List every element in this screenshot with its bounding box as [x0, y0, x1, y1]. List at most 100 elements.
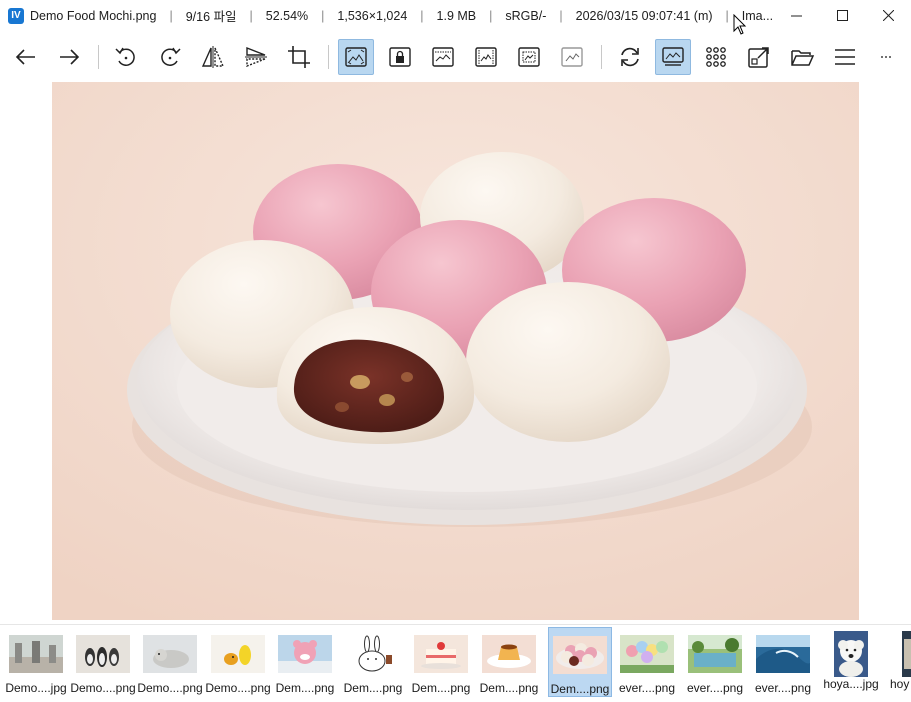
actual-size-icon [561, 47, 583, 67]
menu-icon [835, 49, 855, 65]
more-button[interactable] [868, 39, 904, 75]
thumbnail-4[interactable]: Dem....png [273, 627, 337, 697]
flip-vertical-icon [245, 46, 267, 68]
thumbnail-image [9, 635, 63, 673]
thumbnail-2[interactable]: Demo....png [137, 627, 203, 697]
thumbnail-12[interactable]: hoya....jpg [819, 627, 883, 697]
next-button[interactable] [51, 39, 87, 75]
title-filesize: 1.9 MB [436, 8, 477, 23]
thumbnail-label: Demo....png [205, 681, 271, 695]
arrow-left-icon [15, 49, 35, 65]
thumbnail-image [278, 635, 332, 673]
lock-zoom-button[interactable] [382, 39, 418, 75]
actual-size-button[interactable] [554, 39, 590, 75]
mouse-cursor-icon [733, 14, 747, 35]
refresh-icon [621, 47, 639, 67]
open-folder-button[interactable] [784, 39, 820, 75]
close-icon [882, 10, 894, 21]
title-colorspace: sRGB/- [505, 8, 547, 23]
thumbnail-image [553, 636, 607, 674]
thumbnail-image [688, 635, 742, 673]
fit-screen-button[interactable] [511, 39, 547, 75]
fit-window-button[interactable] [338, 39, 374, 75]
thumbnail-label: Dem....png [479, 681, 539, 695]
thumbnail-label: Dem....png [411, 681, 471, 695]
thumbnail-image [834, 631, 868, 677]
title-dimensions: 1,536×1,024 [337, 8, 408, 23]
thumbnail-label: Dem....png [275, 681, 335, 695]
thumbnail-13[interactable]: hoy [882, 627, 911, 697]
crop-button[interactable] [281, 39, 317, 75]
flip-horizontal-button[interactable] [195, 39, 231, 75]
thumbnail-label: Dem....png [550, 682, 610, 696]
thumbnail-6[interactable]: Dem....png [409, 627, 473, 697]
thumbnail-image [902, 631, 911, 677]
thumbnail-label: hoy [890, 677, 910, 691]
slideshow-button[interactable] [655, 39, 691, 75]
thumbnail-3[interactable]: Demo....png [205, 627, 271, 697]
thumbnail-label: hoya....jpg [823, 677, 879, 691]
toolbar [0, 36, 911, 78]
flip-vertical-button[interactable] [238, 39, 274, 75]
more-icon [881, 56, 891, 58]
thumbnail-11[interactable]: ever....png [751, 627, 815, 697]
thumbnail-label: Demo....jpg [5, 681, 67, 695]
fit-width-icon [432, 47, 454, 67]
rotate-left-icon [115, 47, 135, 66]
title-filename: Demo Food Mochi.png [30, 8, 157, 23]
maximize-button[interactable] [819, 0, 865, 31]
thumbnail-8[interactable]: Dem....png [548, 627, 612, 697]
thumbnail-9[interactable]: ever....png [615, 627, 679, 697]
grid-view-icon [706, 47, 726, 67]
refresh-button[interactable] [612, 39, 648, 75]
thumbnail-label: Demo....png [137, 681, 203, 695]
slideshow-icon [662, 47, 684, 66]
arrow-right-icon [60, 49, 80, 65]
minimize-button[interactable] [773, 0, 819, 31]
thumbnail-10[interactable]: ever....png [683, 627, 747, 697]
title-zoom: 52.54% [265, 8, 309, 23]
fit-height-button[interactable] [468, 39, 504, 75]
open-external-icon [748, 47, 769, 68]
thumbnail-image [482, 635, 536, 673]
thumbnail-label: ever....png [754, 681, 812, 695]
thumbnail-image [620, 635, 674, 673]
title-datetime: 2026/03/15 09:07:41 (m) [575, 8, 713, 23]
menu-button[interactable] [827, 39, 863, 75]
lock-zoom-icon [389, 47, 411, 67]
title-file-index: 9/16 파일 [185, 10, 237, 24]
rotate-right-icon [161, 47, 181, 66]
thumbnail-label: ever....png [618, 681, 676, 695]
rotate-left-button[interactable] [108, 39, 144, 75]
mochi-photo [52, 82, 859, 620]
app-logo-icon: IV [8, 7, 24, 24]
open-folder-icon [791, 50, 815, 66]
thumbnail-image [211, 635, 265, 673]
fit-window-icon [345, 47, 367, 67]
thumbnail-image [143, 635, 197, 673]
fit-width-button[interactable] [425, 39, 461, 75]
thumbnail-0[interactable]: Demo....jpg [4, 627, 68, 697]
open-external-button[interactable] [741, 39, 777, 75]
image-viewer[interactable] [52, 82, 859, 620]
flip-horizontal-icon [201, 46, 225, 68]
thumbnail-1[interactable]: Demo....png [70, 627, 136, 697]
thumbnail-image [414, 635, 468, 673]
thumbnail-label: ever....png [686, 681, 744, 695]
thumbnail-image [756, 635, 810, 673]
grid-view-button[interactable] [698, 39, 734, 75]
thumbnail-image [346, 635, 400, 673]
thumbnail-image [76, 635, 130, 673]
thumbnail-5[interactable]: Dem....png [341, 627, 405, 697]
thumbnail-label: Dem....png [343, 681, 403, 695]
minimize-icon [790, 15, 802, 17]
close-button[interactable] [865, 0, 911, 31]
crop-icon [288, 46, 310, 68]
title-bar: IV Demo Food Mochi.png | 9/16 파일 | 52.54… [0, 0, 911, 31]
previous-button[interactable] [8, 39, 44, 75]
thumbnail-7[interactable]: Dem....png [477, 627, 541, 697]
rotate-right-button[interactable] [152, 39, 188, 75]
thumbnail-label: Demo....png [70, 681, 136, 695]
fit-screen-icon [518, 47, 540, 67]
thumbnail-strip: Demo....jpg Demo....png Demo....png Demo… [0, 624, 911, 702]
